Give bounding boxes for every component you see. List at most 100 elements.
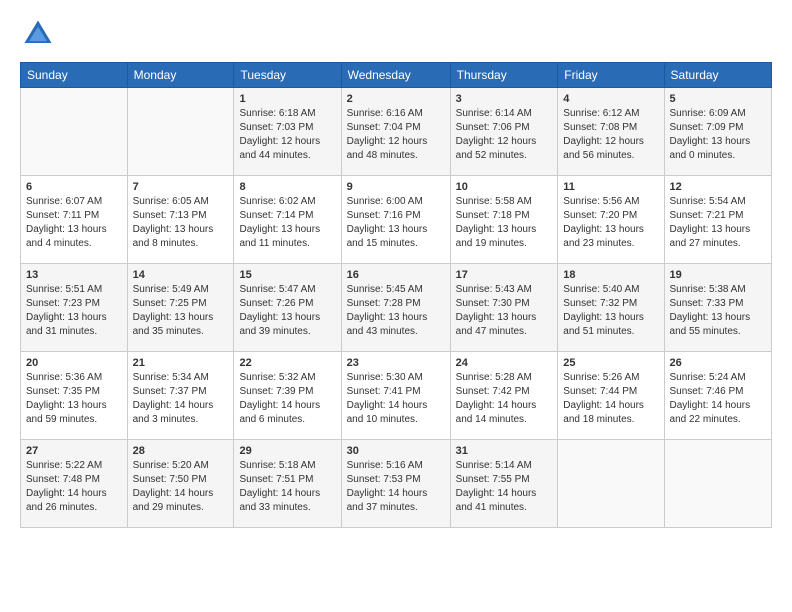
empty-cell: [127, 88, 234, 176]
col-header-monday: Monday: [127, 63, 234, 88]
day-cell-22: 22Sunrise: 5:32 AMSunset: 7:39 PMDayligh…: [234, 352, 341, 440]
day-cell-1: 1Sunrise: 6:18 AMSunset: 7:03 PMDaylight…: [234, 88, 341, 176]
day-info: Sunrise: 5:36 AMSunset: 7:35 PMDaylight:…: [26, 371, 122, 427]
day-cell-6: 6Sunrise: 6:07 AMSunset: 7:11 PMDaylight…: [21, 176, 128, 264]
generalblue-logo-icon: [20, 16, 56, 52]
day-cell-18: 18Sunrise: 5:40 AMSunset: 7:32 PMDayligh…: [558, 264, 664, 352]
day-cell-25: 25Sunrise: 5:26 AMSunset: 7:44 PMDayligh…: [558, 352, 664, 440]
col-header-saturday: Saturday: [664, 63, 771, 88]
day-info: Sunrise: 5:14 AMSunset: 7:55 PMDaylight:…: [456, 459, 553, 515]
day-cell-31: 31Sunrise: 5:14 AMSunset: 7:55 PMDayligh…: [450, 440, 558, 528]
day-number: 8: [239, 180, 335, 195]
col-header-friday: Friday: [558, 63, 664, 88]
day-cell-28: 28Sunrise: 5:20 AMSunset: 7:50 PMDayligh…: [127, 440, 234, 528]
col-header-sunday: Sunday: [21, 63, 128, 88]
calendar-week-2: 6Sunrise: 6:07 AMSunset: 7:11 PMDaylight…: [21, 176, 772, 264]
header: [20, 16, 772, 52]
day-number: 10: [456, 180, 553, 195]
day-cell-19: 19Sunrise: 5:38 AMSunset: 7:33 PMDayligh…: [664, 264, 771, 352]
day-number: 31: [456, 444, 553, 459]
day-cell-30: 30Sunrise: 5:16 AMSunset: 7:53 PMDayligh…: [341, 440, 450, 528]
day-number: 13: [26, 268, 122, 283]
day-cell-15: 15Sunrise: 5:47 AMSunset: 7:26 PMDayligh…: [234, 264, 341, 352]
day-number: 17: [456, 268, 553, 283]
calendar-week-3: 13Sunrise: 5:51 AMSunset: 7:23 PMDayligh…: [21, 264, 772, 352]
day-cell-2: 2Sunrise: 6:16 AMSunset: 7:04 PMDaylight…: [341, 88, 450, 176]
day-info: Sunrise: 6:18 AMSunset: 7:03 PMDaylight:…: [239, 107, 335, 163]
logo: [20, 16, 60, 52]
calendar-table: SundayMondayTuesdayWednesdayThursdayFrid…: [20, 62, 772, 528]
day-cell-5: 5Sunrise: 6:09 AMSunset: 7:09 PMDaylight…: [664, 88, 771, 176]
day-number: 25: [563, 356, 658, 371]
empty-cell: [664, 440, 771, 528]
day-info: Sunrise: 6:12 AMSunset: 7:08 PMDaylight:…: [563, 107, 658, 163]
day-number: 19: [670, 268, 766, 283]
day-info: Sunrise: 6:14 AMSunset: 7:06 PMDaylight:…: [456, 107, 553, 163]
day-number: 1: [239, 92, 335, 107]
day-number: 26: [670, 356, 766, 371]
col-header-thursday: Thursday: [450, 63, 558, 88]
day-cell-9: 9Sunrise: 6:00 AMSunset: 7:16 PMDaylight…: [341, 176, 450, 264]
day-info: Sunrise: 5:32 AMSunset: 7:39 PMDaylight:…: [239, 371, 335, 427]
day-cell-13: 13Sunrise: 5:51 AMSunset: 7:23 PMDayligh…: [21, 264, 128, 352]
day-cell-4: 4Sunrise: 6:12 AMSunset: 7:08 PMDaylight…: [558, 88, 664, 176]
day-cell-27: 27Sunrise: 5:22 AMSunset: 7:48 PMDayligh…: [21, 440, 128, 528]
day-info: Sunrise: 5:18 AMSunset: 7:51 PMDaylight:…: [239, 459, 335, 515]
day-info: Sunrise: 5:26 AMSunset: 7:44 PMDaylight:…: [563, 371, 658, 427]
day-cell-14: 14Sunrise: 5:49 AMSunset: 7:25 PMDayligh…: [127, 264, 234, 352]
day-number: 14: [133, 268, 229, 283]
day-cell-7: 7Sunrise: 6:05 AMSunset: 7:13 PMDaylight…: [127, 176, 234, 264]
day-cell-24: 24Sunrise: 5:28 AMSunset: 7:42 PMDayligh…: [450, 352, 558, 440]
calendar-week-5: 27Sunrise: 5:22 AMSunset: 7:48 PMDayligh…: [21, 440, 772, 528]
calendar-week-1: 1Sunrise: 6:18 AMSunset: 7:03 PMDaylight…: [21, 88, 772, 176]
day-number: 20: [26, 356, 122, 371]
day-number: 11: [563, 180, 658, 195]
day-number: 5: [670, 92, 766, 107]
empty-cell: [558, 440, 664, 528]
day-info: Sunrise: 6:16 AMSunset: 7:04 PMDaylight:…: [347, 107, 445, 163]
day-cell-12: 12Sunrise: 5:54 AMSunset: 7:21 PMDayligh…: [664, 176, 771, 264]
day-info: Sunrise: 5:47 AMSunset: 7:26 PMDaylight:…: [239, 283, 335, 339]
day-info: Sunrise: 5:34 AMSunset: 7:37 PMDaylight:…: [133, 371, 229, 427]
day-cell-3: 3Sunrise: 6:14 AMSunset: 7:06 PMDaylight…: [450, 88, 558, 176]
day-number: 2: [347, 92, 445, 107]
day-cell-17: 17Sunrise: 5:43 AMSunset: 7:30 PMDayligh…: [450, 264, 558, 352]
day-info: Sunrise: 5:28 AMSunset: 7:42 PMDaylight:…: [456, 371, 553, 427]
day-number: 12: [670, 180, 766, 195]
day-cell-21: 21Sunrise: 5:34 AMSunset: 7:37 PMDayligh…: [127, 352, 234, 440]
day-number: 22: [239, 356, 335, 371]
day-info: Sunrise: 5:22 AMSunset: 7:48 PMDaylight:…: [26, 459, 122, 515]
day-info: Sunrise: 6:05 AMSunset: 7:13 PMDaylight:…: [133, 195, 229, 251]
day-cell-11: 11Sunrise: 5:56 AMSunset: 7:20 PMDayligh…: [558, 176, 664, 264]
day-info: Sunrise: 5:24 AMSunset: 7:46 PMDaylight:…: [670, 371, 766, 427]
day-cell-16: 16Sunrise: 5:45 AMSunset: 7:28 PMDayligh…: [341, 264, 450, 352]
day-info: Sunrise: 5:51 AMSunset: 7:23 PMDaylight:…: [26, 283, 122, 339]
day-number: 24: [456, 356, 553, 371]
day-info: Sunrise: 5:16 AMSunset: 7:53 PMDaylight:…: [347, 459, 445, 515]
day-number: 21: [133, 356, 229, 371]
day-cell-10: 10Sunrise: 5:58 AMSunset: 7:18 PMDayligh…: [450, 176, 558, 264]
day-number: 30: [347, 444, 445, 459]
day-number: 9: [347, 180, 445, 195]
day-number: 3: [456, 92, 553, 107]
day-number: 6: [26, 180, 122, 195]
day-number: 7: [133, 180, 229, 195]
day-info: Sunrise: 5:30 AMSunset: 7:41 PMDaylight:…: [347, 371, 445, 427]
day-info: Sunrise: 6:00 AMSunset: 7:16 PMDaylight:…: [347, 195, 445, 251]
day-number: 15: [239, 268, 335, 283]
day-info: Sunrise: 5:20 AMSunset: 7:50 PMDaylight:…: [133, 459, 229, 515]
day-cell-8: 8Sunrise: 6:02 AMSunset: 7:14 PMDaylight…: [234, 176, 341, 264]
col-header-tuesday: Tuesday: [234, 63, 341, 88]
calendar-header-row: SundayMondayTuesdayWednesdayThursdayFrid…: [21, 63, 772, 88]
col-header-wednesday: Wednesday: [341, 63, 450, 88]
page: SundayMondayTuesdayWednesdayThursdayFrid…: [0, 0, 792, 612]
day-info: Sunrise: 6:07 AMSunset: 7:11 PMDaylight:…: [26, 195, 122, 251]
day-info: Sunrise: 5:40 AMSunset: 7:32 PMDaylight:…: [563, 283, 658, 339]
day-number: 23: [347, 356, 445, 371]
day-info: Sunrise: 5:54 AMSunset: 7:21 PMDaylight:…: [670, 195, 766, 251]
day-cell-29: 29Sunrise: 5:18 AMSunset: 7:51 PMDayligh…: [234, 440, 341, 528]
day-number: 28: [133, 444, 229, 459]
day-info: Sunrise: 5:45 AMSunset: 7:28 PMDaylight:…: [347, 283, 445, 339]
day-cell-20: 20Sunrise: 5:36 AMSunset: 7:35 PMDayligh…: [21, 352, 128, 440]
day-info: Sunrise: 5:49 AMSunset: 7:25 PMDaylight:…: [133, 283, 229, 339]
